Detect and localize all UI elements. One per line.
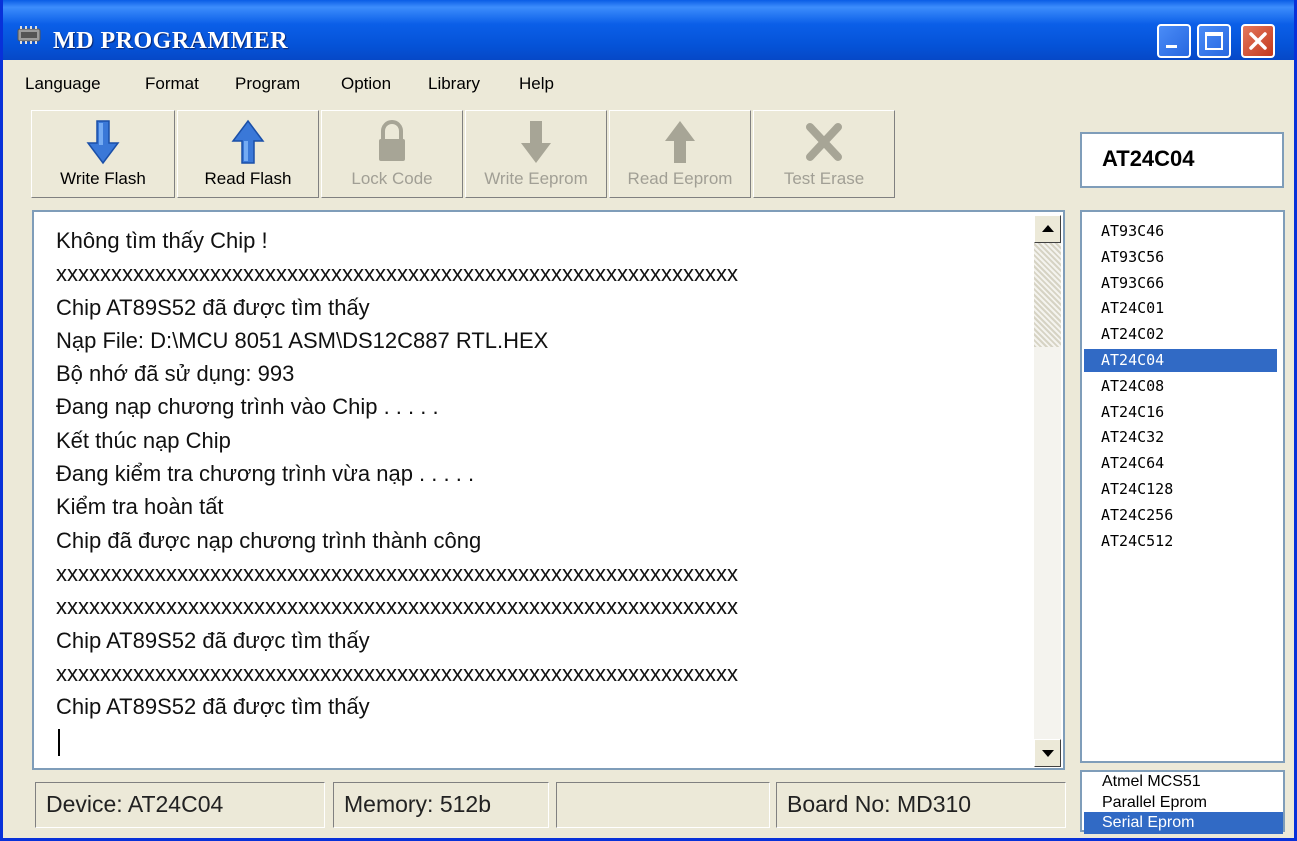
chip-family-listbox[interactable]: Atmel MCS51 Parallel Eprom Serial Eprom	[1080, 770, 1285, 834]
family-list-item[interactable]: Atmel MCS51	[1084, 771, 1283, 793]
maximize-button[interactable]	[1197, 24, 1231, 58]
title-bar[interactable]: MD PROGRAMMER	[3, 0, 1294, 60]
log-line: xxxxxxxxxxxxxxxxxxxxxxxxxxxxxxxxxxxxxxxx…	[56, 594, 738, 620]
menu-format[interactable]: Format	[145, 74, 199, 94]
tool-label: Read Eeprom	[627, 169, 733, 188]
log-line: Chip AT89S52 đã được tìm thấy	[56, 294, 370, 320]
write-eeprom-button[interactable]: Write Eeprom	[465, 110, 607, 198]
maximize-icon	[1205, 32, 1223, 50]
selected-device-display: AT24C04	[1080, 132, 1284, 188]
log-textarea[interactable]: Không tìm thấy Chip ! xxxxxxxxxxxxxxxxxxx…	[32, 210, 1065, 770]
chip-list-item[interactable]: AT24C128	[1084, 478, 1277, 501]
chip-list-item[interactable]: AT93C46	[1084, 220, 1277, 243]
log-line: Chip AT89S52 đã được tìm thấy	[56, 627, 370, 653]
menu-language[interactable]: Language	[25, 74, 101, 94]
status-board-text: Board No: MD310	[787, 791, 972, 817]
menu-program[interactable]: Program	[235, 74, 300, 94]
menu-option[interactable]: Option	[341, 74, 391, 94]
menu-bar: Language Format Program Option Library H…	[3, 66, 1294, 100]
chip-list-item[interactable]: AT24C16	[1084, 401, 1277, 424]
test-erase-button[interactable]: Test Erase	[753, 110, 895, 198]
log-line: xxxxxxxxxxxxxxxxxxxxxxxxxxxxxxxxxxxxxxxx…	[56, 560, 738, 586]
tool-label: Write Eeprom	[484, 169, 588, 188]
log-line: Đang nạp chương trình vào Chip . . . . .	[56, 394, 439, 420]
arrow-up-icon	[231, 119, 265, 164]
tool-label: Test Erase	[783, 169, 865, 188]
status-device: Device: AT24C04	[35, 782, 325, 828]
read-flash-button[interactable]: Read Flash	[177, 110, 319, 198]
family-list-item[interactable]: Serial Eprom	[1084, 812, 1283, 834]
tool-label: Write Flash	[60, 169, 146, 188]
text-caret	[58, 729, 60, 756]
selected-device-text: AT24C04	[1102, 146, 1195, 171]
status-device-text: Device: AT24C04	[46, 791, 224, 817]
family-list-item[interactable]: Parallel Eprom	[1084, 792, 1283, 814]
scroll-down-button[interactable]	[1034, 739, 1061, 767]
menu-library[interactable]: Library	[428, 74, 480, 94]
log-line: Nạp File: D:\MCU 8051 ASM\DS12C887 RTL.H…	[56, 327, 549, 353]
tool-label: Read Flash	[204, 169, 292, 188]
x-icon	[806, 123, 842, 161]
status-memory-text: Memory: 512b	[344, 791, 492, 817]
minimize-button[interactable]	[1157, 24, 1191, 58]
scroll-up-button[interactable]	[1034, 215, 1061, 243]
log-line: xxxxxxxxxxxxxxxxxxxxxxxxxxxxxxxxxxxxxxxx…	[56, 660, 738, 686]
chip-list-item[interactable]: AT24C512	[1084, 530, 1277, 553]
scroll-thumb[interactable]	[1034, 243, 1061, 347]
close-icon	[1249, 32, 1267, 50]
log-line: Không tìm thấy Chip !	[56, 228, 268, 253]
chip-programmer-icon	[17, 26, 41, 44]
minimize-icon	[1166, 45, 1177, 48]
log-line: xxxxxxxxxxxxxxxxxxxxxxxxxxxxxxxxxxxxxxxx…	[56, 261, 738, 287]
log-line: Chip đã được nạp chương trình thành công	[56, 527, 482, 553]
status-memory: Memory: 512b	[333, 782, 549, 828]
triangle-down-icon	[1042, 750, 1054, 757]
read-eeprom-button[interactable]: Read Eeprom	[609, 110, 751, 198]
menu-help[interactable]: Help	[519, 74, 554, 94]
lock-code-button[interactable]: Lock Code	[321, 110, 463, 198]
arrow-down-icon	[521, 121, 551, 163]
chip-list-item[interactable]: AT93C56	[1084, 246, 1277, 269]
log-scrollbar[interactable]	[1034, 215, 1061, 767]
log-line: Đang kiểm tra chương trình vừa nạp . . .…	[56, 461, 475, 487]
tool-label: Lock Code	[351, 169, 433, 188]
arrow-up-icon	[665, 121, 695, 163]
chip-list-item[interactable]: AT24C02	[1084, 323, 1277, 346]
write-flash-button[interactable]: Write Flash	[31, 110, 175, 198]
chip-listbox[interactable]: AT93C46 AT93C56 AT93C66 AT24C01 AT24C02 AT24C…	[1080, 210, 1285, 763]
log-line: Kết thúc nạp Chip	[56, 427, 231, 453]
app-window: MD PROGRAMMER Language Format Program Op…	[0, 0, 1297, 841]
chip-list-item[interactable]: AT93C66	[1084, 272, 1277, 295]
chip-list-item[interactable]: AT24C256	[1084, 504, 1277, 527]
window-title: MD PROGRAMMER	[53, 28, 289, 54]
chip-list-item[interactable]: AT24C04	[1084, 349, 1277, 372]
log-line: Kiểm tra hoàn tất	[56, 494, 224, 520]
chip-list-item[interactable]: AT24C64	[1084, 452, 1277, 475]
log-line: Bộ nhớ đã sử dụng: 993	[56, 361, 295, 387]
log-line: Chip AT89S52 đã được tìm thấy	[56, 694, 370, 720]
lock-icon	[379, 120, 405, 161]
arrow-down-icon	[86, 120, 120, 165]
chip-list-item[interactable]: AT24C08	[1084, 375, 1277, 398]
status-empty	[556, 782, 770, 828]
log-lines: Không tìm thấy Chip ! xxxxxxxxxxxxxxxxxxx…	[56, 224, 738, 723]
triangle-up-icon	[1042, 225, 1054, 232]
chip-list-item[interactable]: AT24C32	[1084, 426, 1277, 449]
close-button[interactable]	[1241, 24, 1275, 58]
chip-list-item[interactable]: AT24C01	[1084, 297, 1277, 320]
status-board: Board No: MD310	[776, 782, 1066, 828]
